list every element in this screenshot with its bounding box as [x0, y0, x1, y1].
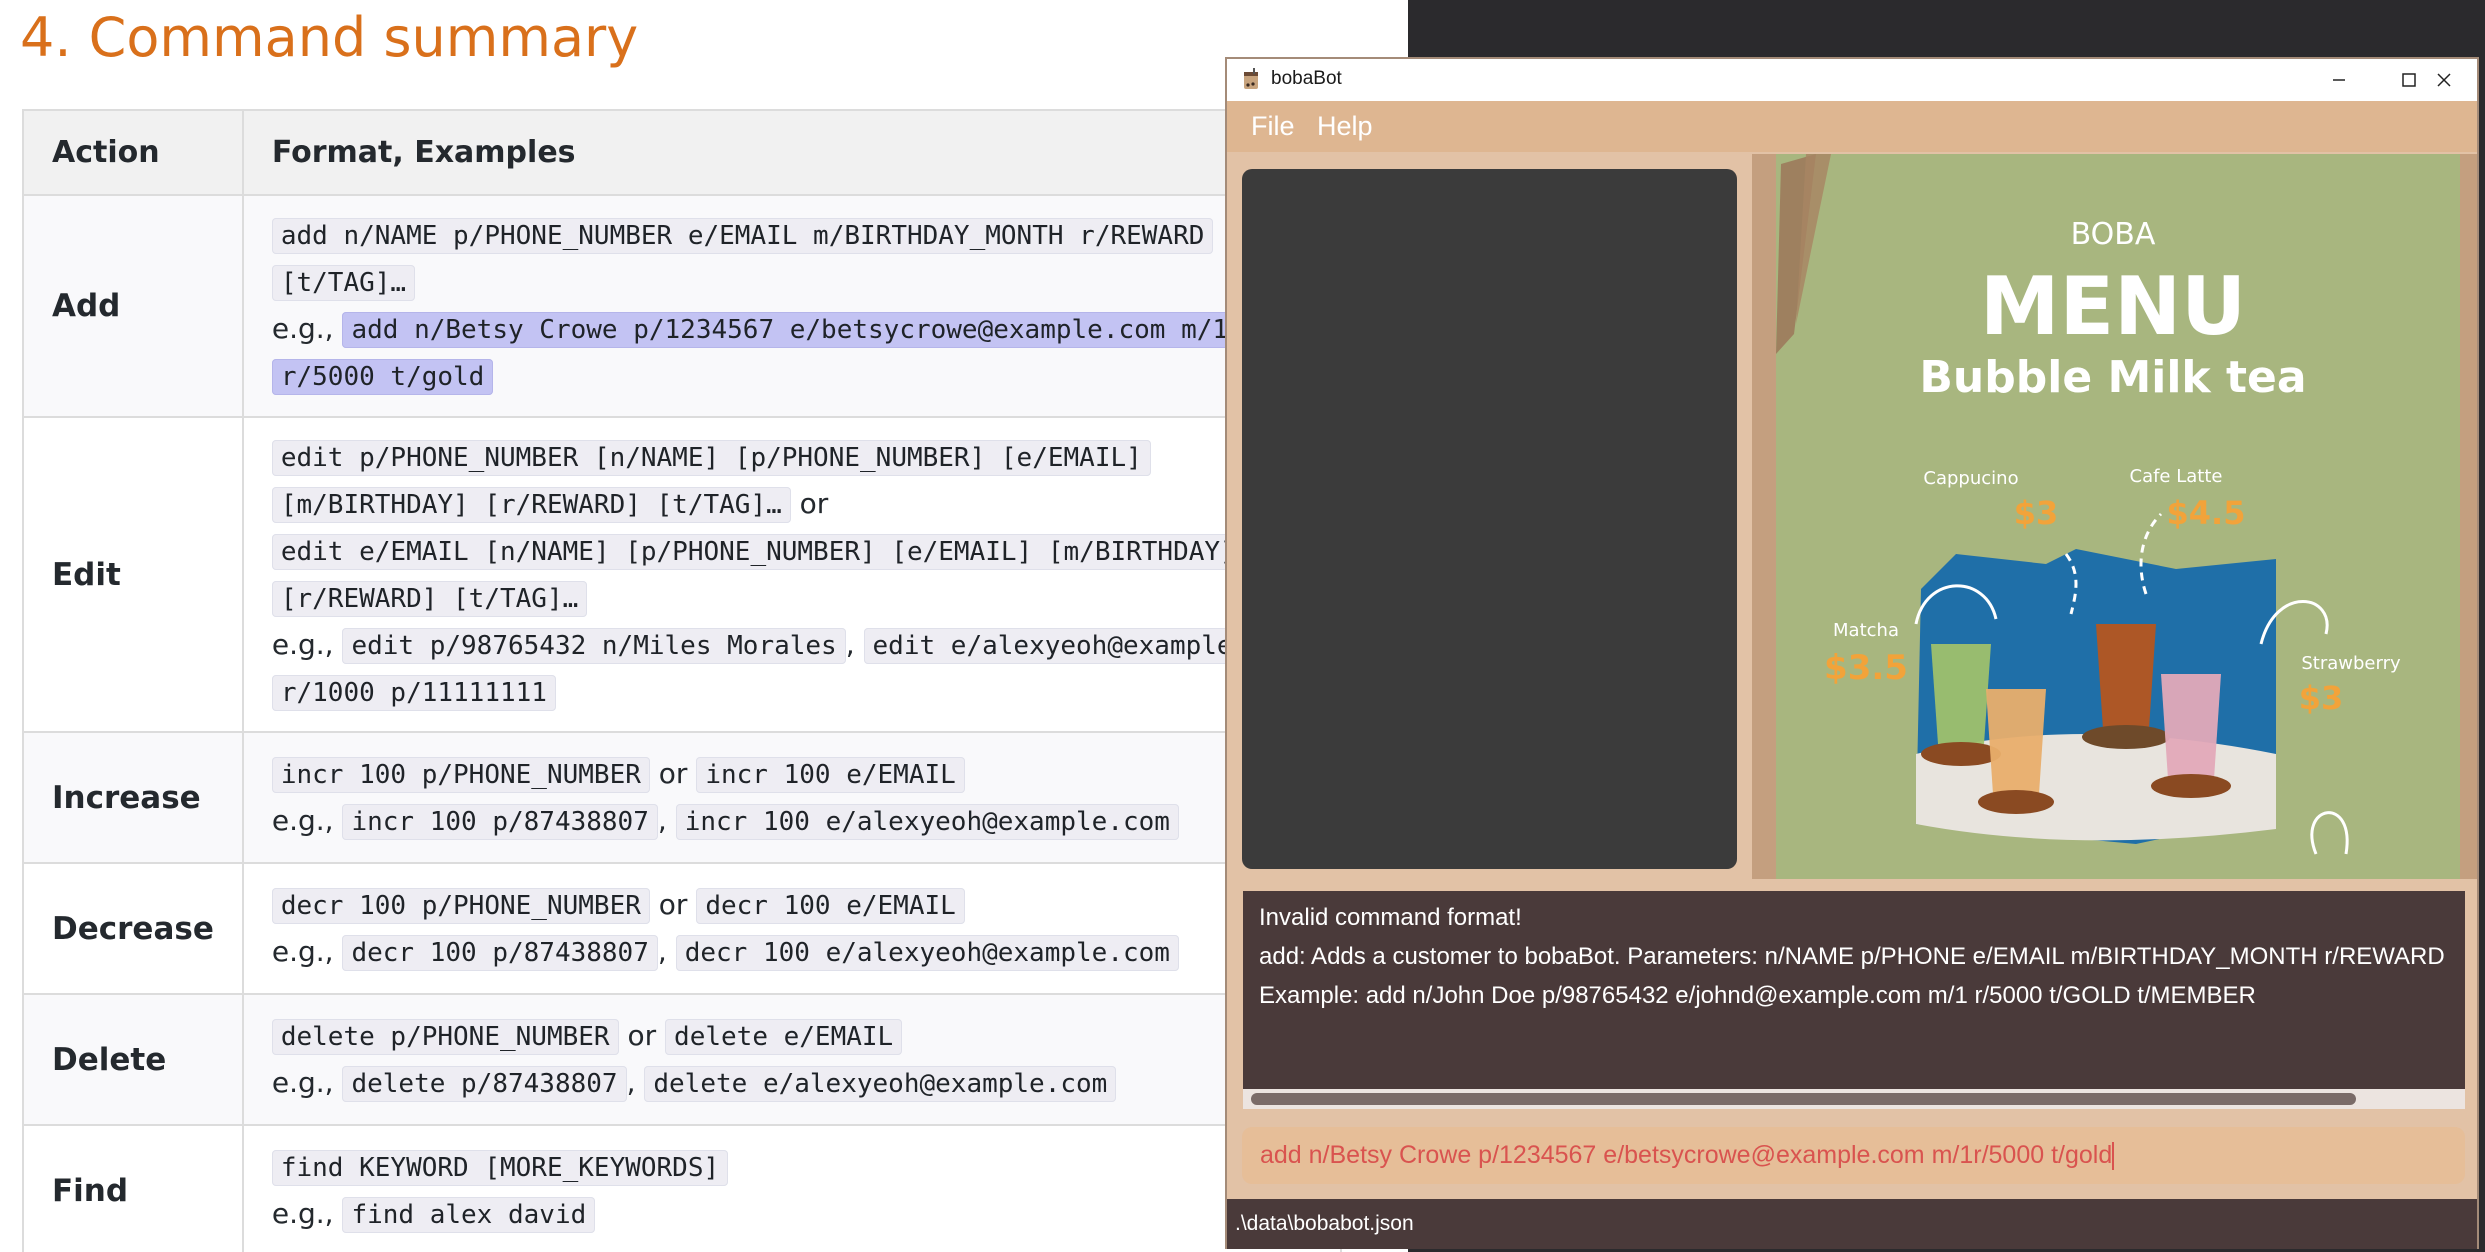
poster-tagline: Bubble Milk tea: [1919, 352, 2306, 403]
format-code: find KEYWORD [MORE_KEYWORDS]: [271, 1149, 729, 1186]
documentation-page: 4. Command summary Action Format, Exampl…: [0, 0, 1408, 1252]
format-code: decr 100 p/PHONE_NUMBER: [271, 887, 650, 924]
action-cell: Delete: [22, 993, 244, 1126]
example-code-selected[interactable]: r/5000 t/gold: [271, 359, 494, 395]
close-button[interactable]: [2409, 59, 2479, 101]
eg-label: e.g.,: [271, 312, 334, 345]
menu-file[interactable]: File: [1251, 111, 1295, 142]
window-title: bobaBot: [1271, 68, 1342, 89]
eg-label: e.g.,: [271, 1196, 334, 1230]
example-code: edit e/alexyeoh@example.c: [863, 627, 1273, 664]
format-code: incr 100 e/EMAIL: [696, 756, 965, 793]
customer-list-panel[interactable]: [1242, 169, 1737, 869]
bobabot-window: bobaBot File Help BOBA MENU Bubble Milk …: [1225, 57, 2479, 1249]
minimize-icon: [2333, 79, 2345, 81]
result-line: Invalid command format!: [1259, 904, 1522, 931]
eg-label: e.g.,: [271, 934, 334, 968]
or-label: or: [658, 887, 688, 921]
format-code: decr 100 e/EMAIL: [696, 887, 965, 924]
format-code: [r/REWARD] [t/TAG]…: [271, 580, 588, 617]
action-cell: Add: [22, 194, 244, 418]
action-cell: Edit: [22, 416, 244, 733]
title-bar[interactable]: bobaBot: [1227, 59, 2477, 101]
table-row: Find find KEYWORD [MORE_KEYWORDS] e.g., …: [22, 1124, 1342, 1252]
format-code: add n/NAME p/PHONE_NUMBER e/EMAIL m/BIRT…: [271, 218, 1214, 254]
example-code: incr 100 p/87438807: [342, 803, 658, 840]
menu-help[interactable]: Help: [1317, 111, 1373, 142]
table-row: Delete delete p/PHONE_NUMBER or delete e…: [22, 993, 1342, 1126]
result-line: Example: add n/John Doe p/98765432 e/joh…: [1259, 982, 2256, 1009]
format-code: edit e/EMAIL [n/NAME] [p/PHONE_NUMBER] […: [271, 533, 1245, 570]
example-code: delete e/alexyeoh@example.com: [644, 1065, 1117, 1102]
poster-subtitle: BOBA: [2071, 217, 2156, 252]
format-cell: delete p/PHONE_NUMBER or delete e/EMAIL …: [241, 993, 1342, 1126]
example-code: decr 100 e/alexyeoh@example.com: [675, 934, 1179, 971]
result-scrollbar[interactable]: [1243, 1089, 2465, 1109]
command-summary-table: Action Format, Examples Add add n/NAME p…: [22, 109, 1342, 1252]
example-code: r/1000 p/11111111: [271, 674, 556, 711]
format-cell: add n/NAME p/PHONE_NUMBER e/EMAIL m/BIRT…: [241, 194, 1342, 418]
poster-item-price: $3: [2014, 494, 2059, 532]
data-file-path: .\data\bobabot.json: [1235, 1212, 1414, 1235]
header-format: Format, Examples: [241, 109, 1342, 196]
action-cell: Decrease: [22, 862, 244, 995]
example-code: incr 100 e/alexyeoh@example.com: [675, 803, 1179, 840]
action-cell: Find: [22, 1124, 244, 1252]
action-cell: Increase: [22, 731, 244, 864]
or-label: or: [627, 1018, 657, 1052]
table-row: Add add n/NAME p/PHONE_NUMBER e/EMAIL m/…: [22, 194, 1342, 418]
poster-item-name: Cappucino: [1923, 468, 2018, 489]
eg-label: e.g.,: [271, 803, 334, 837]
text-caret: [2112, 1141, 2115, 1170]
poster-item-name: Matcha: [1833, 620, 1899, 641]
header-action: Action: [22, 109, 244, 196]
poster-item-name: Strawberry: [2301, 653, 2401, 674]
table-row: Increase incr 100 p/PHONE_NUMBER or incr…: [22, 731, 1342, 864]
scrollbar-thumb[interactable]: [1251, 1093, 2356, 1105]
boba-menu-poster: BOBA MENU Bubble Milk tea Cappucino $3 C…: [1776, 154, 2460, 879]
command-text: add n/Betsy Crowe p/1234567 e/betsycrowe…: [1260, 1141, 2113, 1169]
format-code: incr 100 p/PHONE_NUMBER: [271, 756, 650, 793]
format-code: delete e/EMAIL: [665, 1018, 903, 1055]
example-code: edit p/98765432 n/Miles Morales: [342, 627, 846, 664]
example-code: decr 100 p/87438807: [342, 934, 658, 971]
command-input[interactable]: add n/Betsy Crowe p/1234567 e/betsycrowe…: [1242, 1127, 2465, 1184]
status-bar: .\data\bobabot.json: [1227, 1199, 2477, 1249]
or-label: or: [799, 486, 829, 520]
format-cell: incr 100 p/PHONE_NUMBER or incr 100 e/EM…: [241, 731, 1342, 864]
format-cell: decr 100 p/PHONE_NUMBER or decr 100 e/EM…: [241, 862, 1342, 995]
menu-bar: File Help: [1227, 101, 2477, 152]
format-code: edit p/PHONE_NUMBER [n/NAME] [p/PHONE_NU…: [271, 439, 1151, 476]
poster-item-price: $4.5: [2167, 494, 2246, 532]
poster-item-price: $3: [2299, 679, 2344, 717]
or-label: or: [658, 756, 688, 790]
eg-label: e.g.,: [271, 1065, 334, 1099]
eg-label: e.g.,: [271, 627, 334, 661]
result-line: add: Adds a customer to bobaBot. Paramet…: [1259, 943, 2445, 970]
boba-app-icon: [1244, 68, 1258, 89]
format-code: [t/TAG]…: [271, 265, 416, 301]
example-code: find alex david: [342, 1196, 596, 1233]
poster-item-name: Cafe Latte: [2130, 466, 2223, 487]
table-row: Edit edit p/PHONE_NUMBER [n/NAME] [p/PHO…: [22, 416, 1342, 733]
minimize-button[interactable]: [2304, 59, 2374, 101]
example-code: delete p/87438807: [342, 1065, 627, 1102]
poster-item-price: $3.5: [1824, 648, 1908, 688]
format-cell: find KEYWORD [MORE_KEYWORDS] e.g., find …: [241, 1124, 1342, 1252]
close-icon: [2437, 73, 2451, 87]
table-row: Decrease decr 100 p/PHONE_NUMBER or decr…: [22, 862, 1342, 995]
format-code: [m/BIRTHDAY] [r/REWARD] [t/TAG]…: [271, 486, 791, 523]
result-display[interactable]: Invalid command format! add: Adds a cust…: [1243, 891, 2465, 1089]
format-cell: edit p/PHONE_NUMBER [n/NAME] [p/PHONE_NU…: [241, 416, 1342, 733]
poster-title: MENU: [1980, 260, 2246, 353]
section-heading: 4. Command summary: [20, 6, 639, 69]
format-code: delete p/PHONE_NUMBER: [271, 1018, 619, 1055]
table-header-row: Action Format, Examples: [22, 109, 1342, 196]
example-code-selected[interactable]: add n/Betsy Crowe p/1234567 e/betsycrowe…: [342, 312, 1238, 348]
